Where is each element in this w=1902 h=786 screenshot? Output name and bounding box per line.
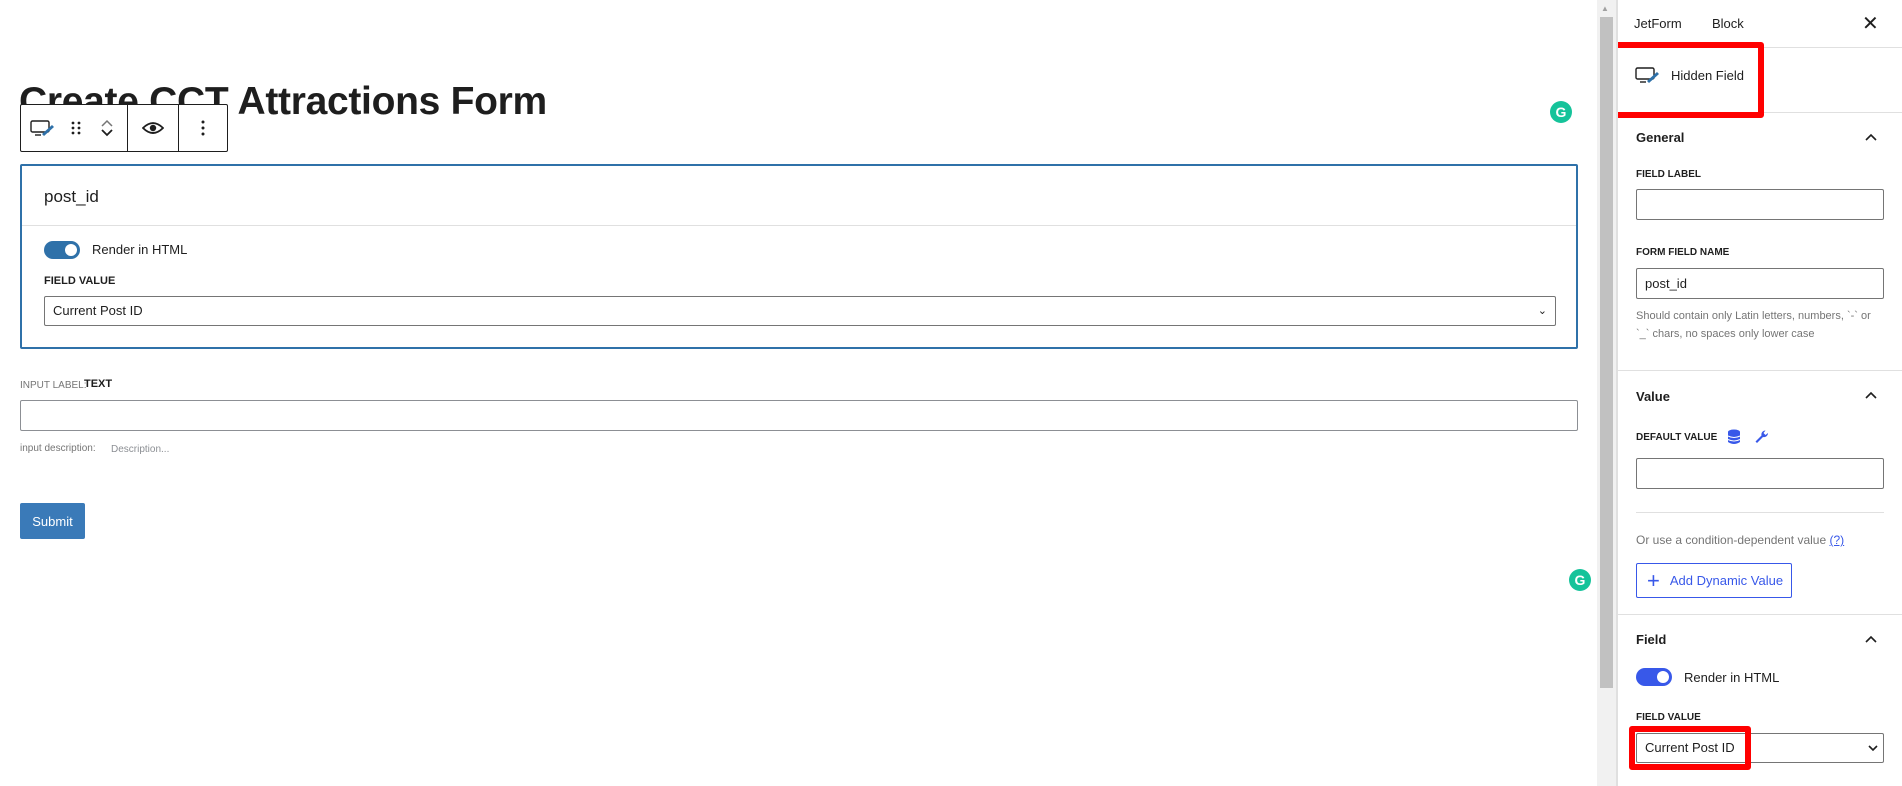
field-value-selected: Current Post ID xyxy=(1645,740,1735,755)
drag-handle[interactable] xyxy=(65,105,87,151)
chevron-up-icon[interactable] xyxy=(1865,133,1877,141)
render-html-toggle[interactable] xyxy=(44,241,80,259)
condition-text-label: Or use a condition-dependent value xyxy=(1636,533,1827,547)
input-label-value[interactable]: TEXT xyxy=(84,378,112,390)
panel-divider xyxy=(1618,370,1902,371)
render-html-label: Render in HTML xyxy=(1684,670,1780,685)
more-options-button[interactable] xyxy=(179,105,227,151)
chevron-down-icon: ⌄ xyxy=(1537,305,1547,317)
block-toolbar xyxy=(20,104,228,152)
chevron-up-icon[interactable] xyxy=(1865,635,1877,643)
default-value-label: DEFAULT VALUE xyxy=(1636,432,1718,443)
editor-canvas: Create CCT Attractions Form G post_id Re… xyxy=(0,0,1597,786)
condition-help-link[interactable]: (?) xyxy=(1829,533,1844,547)
block-card: Hidden Field xyxy=(1618,48,1902,113)
hidden-field-icon xyxy=(1635,67,1659,83)
block-type-button[interactable] xyxy=(21,105,65,151)
form-field-name-input[interactable]: post_id xyxy=(1636,268,1884,299)
editor-scrollbar[interactable]: ▲ xyxy=(1597,0,1616,786)
chevron-up-icon[interactable] xyxy=(1865,391,1877,399)
field-value-label: FIELD VALUE xyxy=(44,275,116,287)
scroll-up-arrow-icon[interactable]: ▲ xyxy=(1601,4,1609,13)
field-value-selected: Current Post ID xyxy=(53,303,143,318)
grammarly-icon[interactable]: G xyxy=(1550,101,1572,123)
hidden-field-name: post_id xyxy=(44,187,99,206)
more-vertical-icon xyxy=(201,120,205,136)
block-toolbar-group-visibility xyxy=(128,105,179,151)
submit-button[interactable]: Submit xyxy=(20,503,85,539)
block-divider xyxy=(22,225,1576,226)
block-toolbar-group-options xyxy=(179,105,227,151)
wrench-icon[interactable] xyxy=(1754,429,1770,445)
add-dynamic-value-button[interactable]: + Add Dynamic Value xyxy=(1636,563,1792,598)
form-field-name-label: FORM FIELD NAME xyxy=(1636,247,1730,258)
sidebar-tabs: JetForm Block ✕ xyxy=(1618,0,1902,48)
visibility-button[interactable] xyxy=(128,105,178,151)
default-value-input[interactable] xyxy=(1636,458,1884,489)
panel-field-title[interactable]: Field xyxy=(1636,632,1666,647)
close-icon[interactable]: ✕ xyxy=(1862,11,1879,36)
chevron-down-icon xyxy=(1868,745,1878,752)
field-value-select[interactable]: Current Post ID ⌄ xyxy=(44,296,1556,326)
drag-handle-icon xyxy=(71,121,81,135)
tab-block[interactable]: Block xyxy=(1712,16,1744,31)
hidden-field-block[interactable]: post_id Render in HTML FIELD VALUE Curre… xyxy=(20,164,1578,349)
text-field-input[interactable] xyxy=(20,400,1578,431)
input-description-placeholder[interactable]: Description... xyxy=(111,444,169,455)
hidden-field-icon xyxy=(30,120,54,136)
input-description-label: input description: xyxy=(20,443,96,454)
field-value-select[interactable]: Current Post ID xyxy=(1636,733,1884,763)
block-card-title: Hidden Field xyxy=(1671,68,1744,83)
field-label-label: FIELD LABEL xyxy=(1636,169,1701,180)
input-label-prefix: INPUT LABEL: xyxy=(20,380,87,391)
panel-general-title[interactable]: General xyxy=(1636,130,1684,145)
form-field-name-help: Should contain only Latin letters, numbe… xyxy=(1636,310,1871,340)
move-down-icon[interactable] xyxy=(100,128,114,138)
block-toolbar-group-main xyxy=(21,105,128,151)
add-dynamic-value-label: Add Dynamic Value xyxy=(1669,573,1784,588)
move-up-icon[interactable] xyxy=(100,118,114,128)
render-html-toggle[interactable] xyxy=(1636,668,1672,686)
settings-sidebar: JetForm Block ✕ Hidden Field General FIE… xyxy=(1617,0,1902,786)
plus-icon: + xyxy=(1647,567,1660,593)
panel-value-title[interactable]: Value xyxy=(1636,389,1670,404)
condition-text: Or use a condition-dependent value (?) xyxy=(1636,533,1844,547)
field-label-input[interactable] xyxy=(1636,189,1884,220)
render-html-label: Render in HTML xyxy=(92,242,188,257)
scrollbar-thumb[interactable] xyxy=(1600,17,1613,688)
eye-icon xyxy=(142,122,164,134)
field-value-label: FIELD VALUE xyxy=(1636,712,1701,723)
database-icon[interactable] xyxy=(1727,429,1741,445)
grammarly-icon[interactable]: G xyxy=(1569,569,1591,591)
tab-jetform[interactable]: JetForm xyxy=(1634,16,1682,31)
panel-divider xyxy=(1618,614,1902,615)
move-buttons xyxy=(87,105,127,151)
value-divider xyxy=(1636,512,1884,513)
